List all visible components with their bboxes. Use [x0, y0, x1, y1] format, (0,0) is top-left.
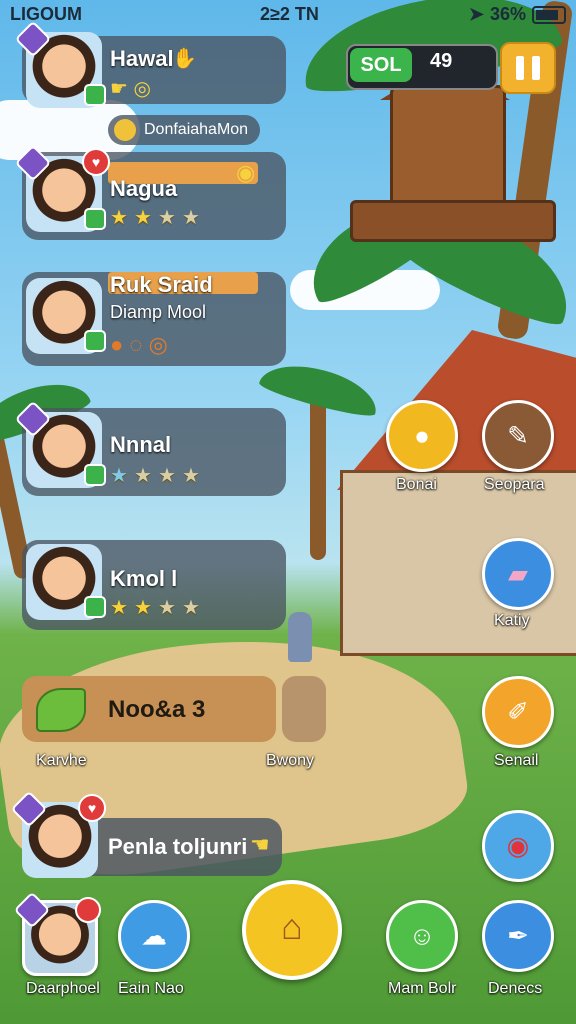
map-label: Mam Bolr [388, 980, 457, 997]
notification-icon [75, 897, 101, 923]
currency-label: SOL [350, 48, 412, 82]
avatar: ♥ [10, 790, 106, 878]
friend-card[interactable]: Ruk Sraid Diamp Mool ● ◌ ◎ [22, 272, 286, 366]
star-icon: ★ [182, 207, 200, 229]
pause-icon [532, 56, 540, 80]
brush-button-label: Senail [494, 752, 539, 769]
star-icon: ★ [110, 207, 128, 229]
profile-label: Daarphoel [26, 980, 100, 997]
star-icon: ★ [158, 207, 176, 229]
friend-card[interactable]: Kmol l ★ ★ ★ ★ [22, 540, 286, 630]
clock: 2≥2 TN [260, 4, 319, 24]
location-icon: ➤ [468, 4, 484, 24]
quest-card-secondary[interactable] [282, 676, 326, 742]
heart-icon: ♥ [82, 148, 110, 176]
coin-icon: ◉ [236, 160, 256, 185]
heart-icon: ♥ [78, 794, 106, 822]
pause-button[interactable] [500, 42, 556, 94]
leaf-icon [36, 688, 86, 732]
hand-icon: ☚ [250, 832, 270, 857]
activity-chip[interactable]: DonfaiahaMon [108, 115, 261, 145]
check-badge-icon [84, 464, 106, 486]
quest-label-right: Bwony [266, 752, 315, 769]
reward-icons: ● ◌ ◎ [110, 332, 168, 357]
house-icon: ⌂ [281, 906, 303, 947]
friend-card[interactable]: Nnnal ★ ★ ★ ★ [14, 400, 286, 496]
feather-button[interactable]: ✎ [482, 400, 554, 472]
star-icon: ★ [158, 597, 176, 619]
status-bar: LIGOUM 2≥2 TN ➤ 36% [0, 0, 576, 30]
battery-icon [532, 5, 566, 24]
star-icon: ★ [110, 465, 128, 487]
feather-icon: ✎ [507, 420, 529, 451]
star-icon: ★ [182, 465, 200, 487]
brush-button[interactable]: ✐ [482, 676, 554, 748]
star-icon: ★ [134, 207, 152, 229]
villager-character [288, 612, 312, 662]
coin-button-label: Bonai [396, 476, 437, 493]
hand-icon: ✋ [172, 48, 197, 70]
cat-face-icon: ☺ [408, 920, 436, 951]
battery-percent: 36% [489, 4, 526, 24]
status-right: ➤ 36% [469, 4, 566, 25]
brush-icon: ✐ [507, 696, 529, 727]
star-icon: ★ [158, 465, 176, 487]
face-icon [114, 119, 136, 141]
friend-name: Hawal [110, 46, 174, 71]
treehouse-deck [350, 200, 556, 242]
friend-name: Nnnal [110, 432, 172, 457]
feather-button-label: Seopara [484, 476, 545, 493]
record-button[interactable]: ◉ [482, 810, 554, 882]
friend-card[interactable]: ♥ Nagua ◉ ★ ★ ★ ★ [14, 144, 286, 240]
avatar [26, 544, 106, 620]
pause-icon [516, 56, 524, 80]
star-icon: ★ [182, 597, 200, 619]
check-badge-icon [84, 208, 106, 230]
check-badge-icon [84, 596, 106, 618]
friend-name: Kmol l [110, 566, 178, 591]
friend-name: Ruk Sraid [110, 272, 213, 297]
chip-label: DonfaiahaMon [144, 121, 249, 138]
avatar: ♥ [14, 144, 110, 232]
pen-button[interactable]: ✒ [482, 900, 554, 972]
star-rating: ★ ★ ★ ★ [110, 466, 202, 486]
profile-avatar-button[interactable] [13, 891, 101, 976]
quest-title: Noo&a 3 [108, 696, 206, 723]
eraser-icon: ▰ [508, 558, 528, 589]
quest-label-left: Karvhe [36, 752, 87, 769]
map-button[interactable]: ☺ [386, 900, 458, 972]
star-icon: ★ [110, 597, 128, 619]
coin-button[interactable]: ● [386, 400, 458, 472]
chat-button[interactable]: ☁ [118, 900, 190, 972]
carrier-label: LIGOUM [10, 4, 82, 24]
chat-label: Eain Nao [118, 980, 184, 997]
star-icon: ★ [134, 465, 152, 487]
avatar [14, 20, 106, 108]
friend-subtitle: Diamp Mool [110, 302, 207, 322]
avatar [26, 278, 106, 354]
friend-name: Nagua [110, 176, 178, 201]
star-icon: ★ [134, 597, 152, 619]
message-text: Penla toljunri [108, 834, 248, 859]
pen-button-label: Denecs [488, 980, 543, 997]
eraser-button-label: Katiy [494, 612, 530, 629]
eraser-button[interactable]: ▰ [482, 538, 554, 610]
home-button[interactable]: ⌂ [242, 880, 342, 980]
pen-icon: ✒ [507, 920, 529, 951]
message-card[interactable]: ♥ Penla toljunri ☚ [10, 790, 282, 878]
chat-bubble-icon: ☁ [141, 920, 167, 951]
check-badge-icon [84, 330, 106, 352]
currency-value: 49 [430, 50, 453, 72]
avatar [14, 400, 106, 488]
record-icon: ◉ [506, 830, 530, 861]
check-badge-icon [84, 84, 106, 106]
star-rating: ★ ★ ★ ★ [110, 598, 202, 618]
quest-card[interactable]: Noo&a 3 [22, 676, 276, 742]
friend-card[interactable]: Hawal ✋ ☛ ◎ [14, 20, 286, 108]
star-rating: ★ ★ ★ ★ [110, 208, 202, 228]
coin-icon: ● [414, 420, 430, 451]
pointing-hand-icon: ☛ ◎ [110, 78, 151, 100]
